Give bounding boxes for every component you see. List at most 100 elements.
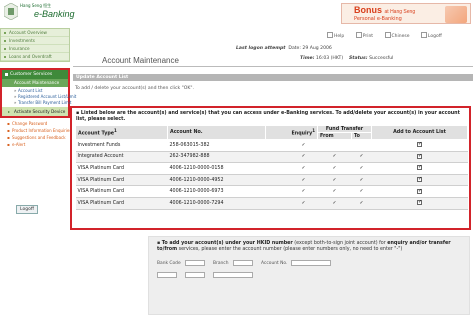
check-icon: ✓ [265, 162, 318, 175]
sidebar-link-change-password[interactable]: Change Password [0, 120, 70, 127]
sidebar-item-transfer-limit[interactable]: Transfer Bill Payment Limit [2, 100, 71, 106]
add-checkbox[interactable] [417, 176, 422, 183]
check-icon: ✓ [265, 151, 318, 164]
section-title: Update Account List [73, 74, 473, 81]
toolbar: Help Print Chinese Logoff [327, 32, 452, 39]
promo-bonus: Bonus [354, 5, 382, 15]
add-checkbox-cell [371, 185, 468, 198]
help-link[interactable]: Help [327, 32, 349, 39]
page-title: Account Maintenance [102, 56, 179, 65]
check-icon: ✓ [265, 139, 318, 152]
branch-input[interactable] [233, 260, 253, 266]
bank-code-input[interactable] [185, 260, 205, 266]
col-add-to-list: Add to Account List [371, 125, 468, 140]
service-name: e-Banking [34, 9, 75, 19]
sidebar-item-activate-security-device[interactable]: Activate Security Device [2, 107, 68, 116]
to-cell [351, 139, 372, 152]
last-logon-label: Last logon attempt [236, 46, 286, 51]
add-account-instructions: ▪ To add your account(s) under your HKID… [157, 241, 451, 252]
bank-code-label: Bank Code [157, 261, 181, 266]
logoff-button[interactable]: Logoff [16, 205, 38, 214]
promo-illustration [445, 6, 467, 23]
col-account-type: Account Type1 [75, 125, 168, 140]
account-number: 4006-1210-0000-0158 [167, 162, 266, 175]
date-label: Date: [288, 46, 301, 51]
branch-input-2[interactable] [185, 272, 205, 278]
promo-subtitle: Personal e-Banking [354, 16, 402, 22]
add-checkbox-cell [371, 151, 468, 164]
instruction-text: To add / delete your account(s) and then… [75, 86, 194, 91]
from-cell [317, 139, 352, 152]
account-number-input-2[interactable] [213, 272, 253, 278]
promo-banner[interactable]: Bonus at Hang Seng Personal e-Banking [341, 3, 471, 24]
check-icon: ✓ [317, 162, 352, 175]
sidebar-item-customer-services[interactable]: Customer Services [2, 70, 68, 79]
logoff-link[interactable]: Logoff [420, 32, 447, 39]
print-icon [355, 32, 362, 38]
divider [73, 66, 473, 67]
account-type: VISA Platinum Card [75, 174, 168, 187]
customer-services-menu: Customer Services Account Maintenance Ac… [0, 68, 76, 118]
sidebar-link-feedback[interactable]: Suggestions and Feedback [0, 134, 70, 141]
add-checkbox-cell [371, 174, 468, 187]
add-checkbox-cell [371, 162, 468, 175]
account-number: 4006-1210-0000-4952 [167, 174, 266, 187]
sidebar-item-investments[interactable]: Investments [1, 37, 69, 45]
sidebar-item-loans[interactable]: Loans and Overdraft [1, 53, 69, 61]
sidebar-item-account-overview[interactable]: Account Overview [1, 29, 69, 37]
logon-time-status: Time: 16:03 (HKT) Status: Successful [300, 56, 393, 61]
bank-code-input-2[interactable] [157, 272, 177, 278]
add-checkbox[interactable] [417, 141, 422, 148]
check-icon: ✓ [317, 197, 352, 210]
account-type: Investment Funds [75, 139, 168, 152]
chinese-link[interactable]: Chinese [384, 32, 415, 39]
branch-label: Branch [213, 261, 229, 266]
help-icon [327, 32, 333, 38]
add-checkbox-cell [371, 139, 468, 152]
check-icon: ✓ [351, 162, 372, 175]
account-type: VISA Platinum Card [75, 197, 168, 210]
add-checkbox-cell [371, 197, 468, 210]
check-icon: ✓ [265, 185, 318, 198]
hang-seng-logo-icon [4, 3, 18, 20]
account-list-panel: ▪ Listed below are the account(s) and se… [70, 106, 471, 230]
account-table: Account Type1 Account No. Enquiry1 Fund … [75, 125, 468, 210]
date-value: 29 Aug 2006 [302, 46, 332, 51]
add-checkbox[interactable] [417, 153, 422, 159]
add-account-panel: ▪ To add your account(s) under your HKID… [148, 236, 470, 315]
col-account-no: Account No. [167, 125, 266, 140]
sidebar-link-product-enquiries[interactable]: Product Information Enquiries [0, 127, 71, 134]
check-icon: ✓ [351, 197, 372, 210]
add-checkbox[interactable] [417, 188, 422, 194]
print-link[interactable]: Print [355, 32, 378, 39]
language-icon [384, 32, 391, 38]
account-number: 258-063015-382 [167, 139, 266, 152]
check-icon: ✓ [351, 185, 372, 198]
account-number: 262-347982-888 [167, 151, 266, 164]
add-checkbox[interactable] [417, 164, 422, 171]
account-type: VISA Platinum Card [75, 162, 168, 175]
check-icon: ✓ [317, 185, 352, 198]
check-icon: ✓ [317, 174, 352, 187]
account-number-input[interactable] [291, 260, 331, 266]
table-row: VISA Platinum Card 4006-1210-0000-0158 ✓… [75, 162, 468, 175]
time-value: 16:03 (HKT) [315, 56, 344, 61]
col-enquiry: Enquiry1 [265, 125, 318, 140]
check-icon: ✓ [351, 151, 372, 164]
time-label: Time: [300, 56, 315, 61]
account-number-label: Account No. [261, 261, 288, 266]
col-fund-transfer: Fund Transfer [317, 125, 372, 133]
last-logon-info: Last logon attempt Date: 29 Aug 2006 [236, 46, 332, 51]
account-list-note: ▪ Listed below are the account(s) and se… [76, 111, 460, 122]
sidebar-links: Change Password Product Information Enqu… [0, 120, 71, 148]
check-icon: ✓ [317, 151, 352, 164]
col-to: To [351, 132, 372, 140]
sidebar-item-account-maintenance[interactable]: Account Maintenance [2, 79, 68, 87]
account-type: Integrated Account [75, 151, 168, 164]
table-row: Integrated Account 262-347982-888 ✓ ✓ ✓ [75, 151, 468, 164]
add-checkbox[interactable] [417, 199, 422, 206]
status-label: Status: [348, 56, 368, 61]
sidebar-item-insurance[interactable]: Insurance [1, 45, 69, 53]
sidebar-link-e-alert[interactable]: e-Alert [0, 141, 70, 148]
logoff-icon [420, 32, 427, 38]
